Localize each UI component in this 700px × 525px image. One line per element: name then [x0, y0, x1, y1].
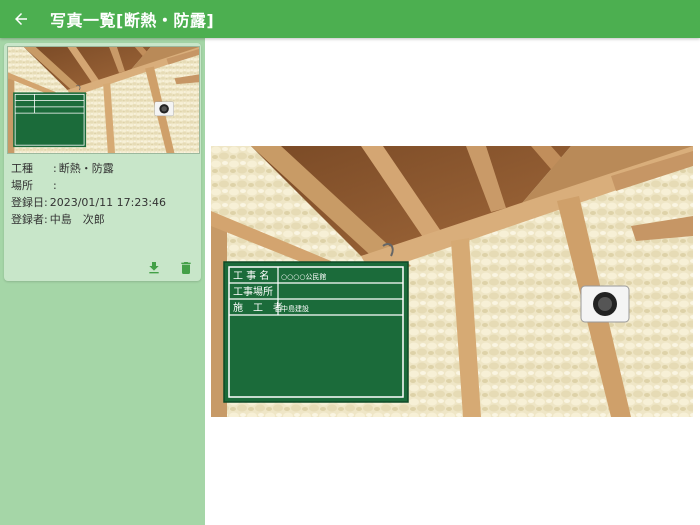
photo-card[interactable]: 工種 : 断熱・防露 場所 : 登録日 : 2023/01/11 17:23:4…: [4, 43, 201, 281]
meta-row-registered-by: 登録者 : 中島 次郎: [11, 211, 166, 228]
site-blackboard: 工 事 名 ○○○○公民館 工事場所 施 工 者 中島建設: [223, 261, 409, 403]
photo-metadata: 工種 : 断熱・防露 場所 : 登録日 : 2023/01/11 17:23:4…: [11, 160, 166, 228]
meta-value: 2023/01/11 17:23:46: [49, 196, 167, 209]
meta-colon: :: [53, 179, 57, 192]
meta-label: 工種: [11, 162, 33, 175]
meta-colon: :: [53, 162, 57, 175]
photo-preview: 工 事 名 ○○○○公民館 工事場所 施 工 者 中島建設: [211, 146, 693, 417]
meta-row-location: 場所 :: [11, 177, 166, 194]
page-title: 写真一覧[断熱・防露]: [50, 11, 215, 30]
meta-row-work-type: 工種 : 断熱・防露: [11, 160, 166, 177]
board-label-site: 工事場所: [233, 285, 273, 298]
board-label-contractor: 施 工 者: [233, 301, 283, 314]
meta-label: 登録日: [11, 196, 44, 209]
card-actions: [145, 259, 195, 277]
download-button[interactable]: [145, 259, 163, 277]
meta-row-registered-date: 登録日 : 2023/01/11 17:23:46: [11, 194, 166, 211]
thumbnail-blackboard: [13, 92, 87, 148]
photo-list-sidebar: 工種 : 断熱・防露 場所 : 登録日 : 2023/01/11 17:23:4…: [0, 38, 205, 525]
board-value-project: ○○○○公民館: [281, 272, 326, 281]
board-label-project: 工 事 名: [233, 269, 269, 282]
delete-button[interactable]: [177, 259, 195, 277]
thumbnail-image: [8, 47, 199, 153]
board-value-contractor: 中島建設: [281, 304, 309, 313]
download-icon: [149, 262, 159, 274]
meta-value: 断熱・防露: [58, 162, 114, 175]
meta-label: 場所: [11, 179, 33, 192]
trash-icon: [181, 262, 191, 274]
meta-colon: :: [44, 196, 48, 209]
meta-label: 登録者: [11, 213, 44, 226]
meta-colon: :: [44, 213, 48, 226]
back-button[interactable]: [2, 0, 40, 38]
arrow-left-icon: [15, 13, 27, 25]
app-bar: 写真一覧[断熱・防露]: [0, 0, 700, 38]
preview-image: 工 事 名 ○○○○公民館 工事場所 施 工 者 中島建設: [211, 146, 693, 417]
photo-thumbnail[interactable]: [7, 46, 200, 154]
meta-value: 中島 次郎: [49, 213, 105, 226]
